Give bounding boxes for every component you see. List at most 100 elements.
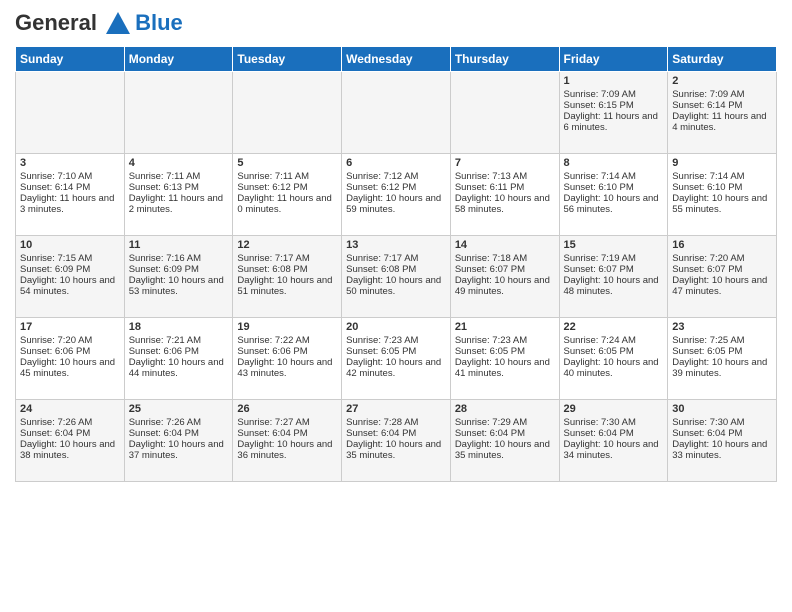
day-number: 29 [564, 403, 664, 415]
day-number: 20 [346, 321, 446, 333]
cell-week2-day6: 9Sunrise: 7:14 AMSunset: 6:10 PMDaylight… [668, 154, 777, 236]
day-info: Sunset: 6:06 PM [237, 346, 337, 357]
day-info: Sunrise: 7:20 AM [672, 253, 772, 264]
day-info: Daylight: 11 hours and 3 minutes. [20, 193, 120, 215]
cell-week4-day3: 20Sunrise: 7:23 AMSunset: 6:05 PMDayligh… [342, 318, 451, 400]
day-info: Sunrise: 7:14 AM [564, 171, 664, 182]
day-info: Daylight: 11 hours and 4 minutes. [672, 111, 772, 133]
week-row-4: 17Sunrise: 7:20 AMSunset: 6:06 PMDayligh… [16, 318, 777, 400]
cell-week3-day2: 12 Sunrise: 7:17 AMSunset: 6:08 PMDayligh… [233, 236, 342, 318]
day-info: Sunset: 6:14 PM [20, 182, 120, 193]
day-info: Sunset: 6:07 PM [455, 264, 555, 275]
day-info: Sunrise: 7:15 AM [20, 253, 120, 264]
day-info: Sunset: 6:10 PM [672, 182, 772, 193]
header-row: SundayMondayTuesdayWednesdayThursdayFrid… [16, 47, 777, 72]
col-header-friday: Friday [559, 47, 668, 72]
logo-text: General Blue [15, 10, 183, 38]
day-number: 3 [20, 157, 120, 169]
day-info: Daylight: 11 hours and 6 minutes. [564, 111, 664, 133]
day-info: Sunset: 6:09 PM [20, 264, 120, 275]
day-info: Daylight: 10 hours and 59 minutes. [346, 193, 446, 215]
logo: General Blue [15, 10, 183, 38]
day-info: Sunset: 6:07 PM [564, 264, 664, 275]
cell-week5-day1: 25Sunrise: 7:26 AMSunset: 6:04 PMDayligh… [124, 400, 233, 482]
day-info: Sunrise: 7:19 AM [564, 253, 664, 264]
day-number: 16 [672, 239, 772, 251]
day-info: Sunrise: 7:23 AM [346, 335, 446, 346]
day-info: Daylight: 10 hours and 55 minutes. [672, 193, 772, 215]
col-header-monday: Monday [124, 47, 233, 72]
cell-week5-day0: 24Sunrise: 7:26 AMSunset: 6:04 PMDayligh… [16, 400, 125, 482]
logo-general: General [15, 10, 97, 35]
day-number: 17 [20, 321, 120, 333]
day-number: 30 [672, 403, 772, 415]
day-info: Daylight: 10 hours and 54 minutes. [20, 275, 120, 297]
day-number: 1 [564, 75, 664, 87]
day-number: 18 [129, 321, 229, 333]
week-row-3: 10Sunrise: 7:15 AMSunset: 6:09 PMDayligh… [16, 236, 777, 318]
calendar-table: SundayMondayTuesdayWednesdayThursdayFrid… [15, 46, 777, 482]
day-info: Sunset: 6:04 PM [455, 428, 555, 439]
logo-icon [104, 10, 132, 38]
day-info: Sunset: 6:05 PM [455, 346, 555, 357]
col-header-thursday: Thursday [450, 47, 559, 72]
day-info: Sunset: 6:12 PM [237, 182, 337, 193]
week-row-5: 24Sunrise: 7:26 AMSunset: 6:04 PMDayligh… [16, 400, 777, 482]
day-number: 15 [564, 239, 664, 251]
day-info: Daylight: 10 hours and 48 minutes. [564, 275, 664, 297]
day-info: Daylight: 10 hours and 34 minutes. [564, 439, 664, 461]
day-info: Sunrise: 7:12 AM [346, 171, 446, 182]
logo-blue: Blue [135, 10, 183, 36]
day-number: 11 [129, 239, 229, 251]
day-number: 13 [346, 239, 446, 251]
day-info: Sunrise: 7:21 AM [129, 335, 229, 346]
cell-week5-day3: 27Sunrise: 7:28 AMSunset: 6:04 PMDayligh… [342, 400, 451, 482]
cell-week1-day4 [450, 72, 559, 154]
cell-week5-day4: 28Sunrise: 7:29 AMSunset: 6:04 PMDayligh… [450, 400, 559, 482]
day-info: Sunrise: 7:10 AM [20, 171, 120, 182]
day-number: 24 [20, 403, 120, 415]
day-info: Daylight: 10 hours and 44 minutes. [129, 357, 229, 379]
day-info: Sunrise: 7:28 AM [346, 417, 446, 428]
cell-week1-day0 [16, 72, 125, 154]
day-info: Sunset: 6:05 PM [564, 346, 664, 357]
day-info: Sunrise: 7:17 AM [237, 253, 337, 264]
day-info: Sunset: 6:04 PM [564, 428, 664, 439]
cell-week3-day0: 10Sunrise: 7:15 AMSunset: 6:09 PMDayligh… [16, 236, 125, 318]
day-number: 12 [237, 239, 337, 251]
day-info: Sunrise: 7:26 AM [20, 417, 120, 428]
day-info: Sunrise: 7:30 AM [672, 417, 772, 428]
day-info: Sunset: 6:15 PM [564, 100, 664, 111]
day-info: Daylight: 10 hours and 40 minutes. [564, 357, 664, 379]
day-info: Sunrise: 7:11 AM [129, 171, 229, 182]
cell-week2-day4: 7Sunrise: 7:13 AMSunset: 6:11 PMDaylight… [450, 154, 559, 236]
cell-week2-day5: 8Sunrise: 7:14 AMSunset: 6:10 PMDaylight… [559, 154, 668, 236]
day-number: 23 [672, 321, 772, 333]
cell-week3-day4: 14Sunrise: 7:18 AMSunset: 6:07 PMDayligh… [450, 236, 559, 318]
cell-week4-day2: 19Sunrise: 7:22 AMSunset: 6:06 PMDayligh… [233, 318, 342, 400]
day-info: Sunrise: 7:29 AM [455, 417, 555, 428]
day-info: Daylight: 11 hours and 2 minutes. [129, 193, 229, 215]
day-info: Daylight: 10 hours and 39 minutes. [672, 357, 772, 379]
day-info: Sunset: 6:11 PM [455, 182, 555, 193]
day-info: Sunset: 6:10 PM [564, 182, 664, 193]
day-info: Daylight: 10 hours and 51 minutes. [237, 275, 337, 297]
header: General Blue [15, 10, 777, 38]
day-info: Daylight: 11 hours and 0 minutes. [237, 193, 337, 215]
day-info: Sunset: 6:04 PM [672, 428, 772, 439]
day-info: Sunset: 6:08 PM [237, 264, 337, 275]
cell-week4-day5: 22Sunrise: 7:24 AMSunset: 6:05 PMDayligh… [559, 318, 668, 400]
day-info: Daylight: 10 hours and 36 minutes. [237, 439, 337, 461]
day-info: Daylight: 10 hours and 49 minutes. [455, 275, 555, 297]
col-header-tuesday: Tuesday [233, 47, 342, 72]
cell-week3-day5: 15 Sunrise: 7:19 AMSunset: 6:07 PMDayligh… [559, 236, 668, 318]
col-header-saturday: Saturday [668, 47, 777, 72]
day-info: Sunset: 6:06 PM [129, 346, 229, 357]
day-info: Sunset: 6:09 PM [129, 264, 229, 275]
cell-week1-day3 [342, 72, 451, 154]
page: General Blue SundayMondayTuesdayWednesda… [0, 0, 792, 492]
day-number: 4 [129, 157, 229, 169]
day-info: Sunset: 6:08 PM [346, 264, 446, 275]
day-info: Daylight: 10 hours and 43 minutes. [237, 357, 337, 379]
day-info: Sunrise: 7:24 AM [564, 335, 664, 346]
